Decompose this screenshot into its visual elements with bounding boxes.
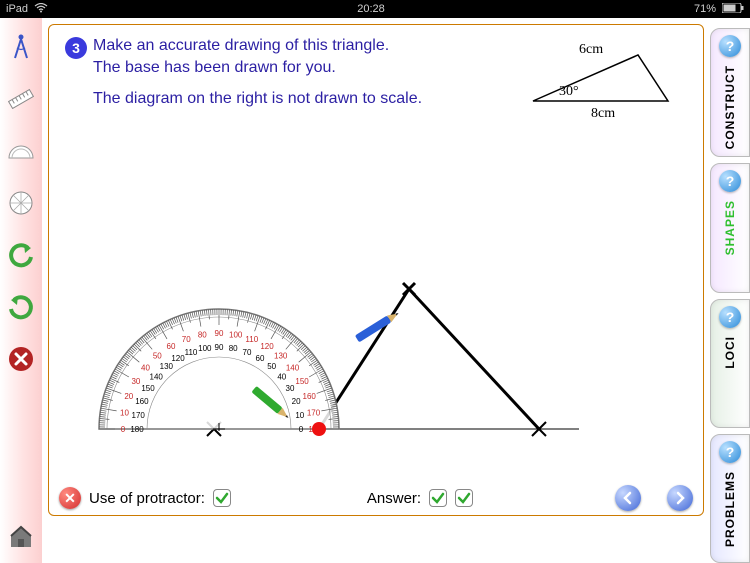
- svg-text:100: 100: [229, 331, 243, 340]
- wifi-icon: [34, 3, 48, 16]
- question-line3: The diagram on the right is not drawn to…: [93, 88, 533, 110]
- svg-text:110: 110: [245, 335, 258, 344]
- svg-text:130: 130: [274, 352, 288, 361]
- svg-text:120: 120: [171, 354, 185, 363]
- help-icon[interactable]: ?: [719, 441, 741, 463]
- ref-side1-label: 6cm: [579, 42, 603, 57]
- protractor-tool-icon[interactable]: [4, 134, 38, 168]
- tab-problems-label: PROBLEMS: [723, 471, 737, 547]
- svg-text:150: 150: [141, 384, 155, 393]
- question-number-badge: 3: [65, 37, 87, 59]
- constructed-side-right: [409, 289, 539, 429]
- help-icon[interactable]: ?: [719, 170, 741, 192]
- tab-shapes[interactable]: ? SHAPES: [710, 163, 750, 292]
- svg-text:10: 10: [295, 411, 304, 420]
- worksheet-canvas[interactable]: 3 Make an accurate drawing of this trian…: [48, 24, 704, 516]
- reference-triangle: 6cm 30° 8cm: [523, 39, 683, 119]
- svg-text:70: 70: [243, 348, 252, 357]
- svg-text:80: 80: [198, 331, 207, 340]
- protractor-check-1[interactable]: [213, 489, 231, 507]
- drawing-area[interactable]: 0102030405060708090100110120130140150160…: [79, 229, 639, 459]
- svg-text:130: 130: [160, 362, 174, 371]
- svg-text:0: 0: [121, 425, 126, 434]
- tab-loci-label: LOCI: [723, 336, 737, 369]
- status-bar: iPad 20:28 71%: [0, 0, 750, 18]
- answer-label: Answer:: [367, 490, 421, 507]
- svg-text:50: 50: [267, 362, 276, 371]
- svg-text:80: 80: [229, 344, 238, 353]
- home-icon[interactable]: [4, 519, 38, 553]
- svg-text:40: 40: [277, 372, 286, 381]
- svg-text:10: 10: [120, 408, 129, 417]
- svg-text:110: 110: [185, 348, 198, 357]
- answer-check-2[interactable]: [455, 489, 473, 507]
- right-tabs: ? CONSTRUCT ? SHAPES ? LOCI ? PROBLEMS: [710, 18, 750, 563]
- svg-text:160: 160: [303, 392, 317, 401]
- svg-text:100: 100: [198, 344, 212, 353]
- question-line1: Make an accurate drawing of this triangl…: [93, 35, 533, 57]
- svg-text:20: 20: [292, 397, 301, 406]
- ruler-tool-icon[interactable]: [4, 82, 38, 116]
- svg-text:50: 50: [153, 352, 162, 361]
- protractor-instrument[interactable]: 0102030405060708090100110120130140150160…: [99, 309, 339, 434]
- device-label: iPad: [6, 3, 28, 15]
- question-text: Make an accurate drawing of this triangl…: [93, 35, 533, 110]
- svg-text:90: 90: [215, 329, 224, 338]
- left-toolbar: [0, 18, 42, 563]
- battery-icon: [722, 3, 744, 16]
- eraser-tool-icon[interactable]: [4, 186, 38, 220]
- svg-text:70: 70: [182, 335, 191, 344]
- question-line2: The base has been drawn for you.: [93, 57, 533, 79]
- svg-text:170: 170: [132, 411, 146, 420]
- tab-shapes-label: SHAPES: [723, 200, 737, 255]
- tab-problems[interactable]: ? PROBLEMS: [710, 434, 750, 563]
- close-button[interactable]: ✕: [59, 487, 81, 509]
- help-icon[interactable]: ?: [719, 35, 741, 57]
- tab-construct[interactable]: ? CONSTRUCT: [710, 28, 750, 157]
- prev-button[interactable]: [615, 485, 641, 511]
- protractor-pivot[interactable]: [312, 422, 326, 436]
- svg-text:150: 150: [295, 377, 309, 386]
- apex-point: [403, 283, 415, 295]
- bottom-bar: ✕ Use of protractor: Answer:: [49, 481, 703, 515]
- clear-icon[interactable]: [4, 342, 38, 376]
- svg-text:60: 60: [256, 354, 265, 363]
- tab-loci[interactable]: ? LOCI: [710, 299, 750, 428]
- tab-construct-label: CONSTRUCT: [723, 65, 737, 149]
- help-icon[interactable]: ?: [719, 306, 741, 328]
- protractor-use-label: Use of protractor:: [89, 490, 205, 507]
- ref-angle-label: 30°: [559, 84, 579, 99]
- svg-text:180: 180: [130, 425, 144, 434]
- compass-tool-icon[interactable]: [4, 30, 38, 64]
- svg-text:140: 140: [150, 372, 164, 381]
- ref-base-label: 8cm: [591, 106, 615, 119]
- svg-text:30: 30: [286, 384, 295, 393]
- svg-text:140: 140: [286, 363, 300, 372]
- svg-text:30: 30: [131, 377, 140, 386]
- redo-icon[interactable]: [4, 290, 38, 324]
- undo-icon[interactable]: [4, 238, 38, 272]
- svg-text:170: 170: [307, 408, 321, 417]
- svg-text:40: 40: [141, 363, 150, 372]
- battery-label: 71%: [694, 3, 716, 15]
- svg-text:60: 60: [167, 342, 176, 351]
- svg-text:20: 20: [124, 392, 133, 401]
- time-label: 20:28: [357, 3, 385, 15]
- svg-text:90: 90: [215, 343, 224, 352]
- svg-text:120: 120: [260, 342, 274, 351]
- svg-text:160: 160: [135, 397, 149, 406]
- answer-check-1[interactable]: [429, 489, 447, 507]
- svg-text:0: 0: [299, 425, 304, 434]
- next-button[interactable]: [667, 485, 693, 511]
